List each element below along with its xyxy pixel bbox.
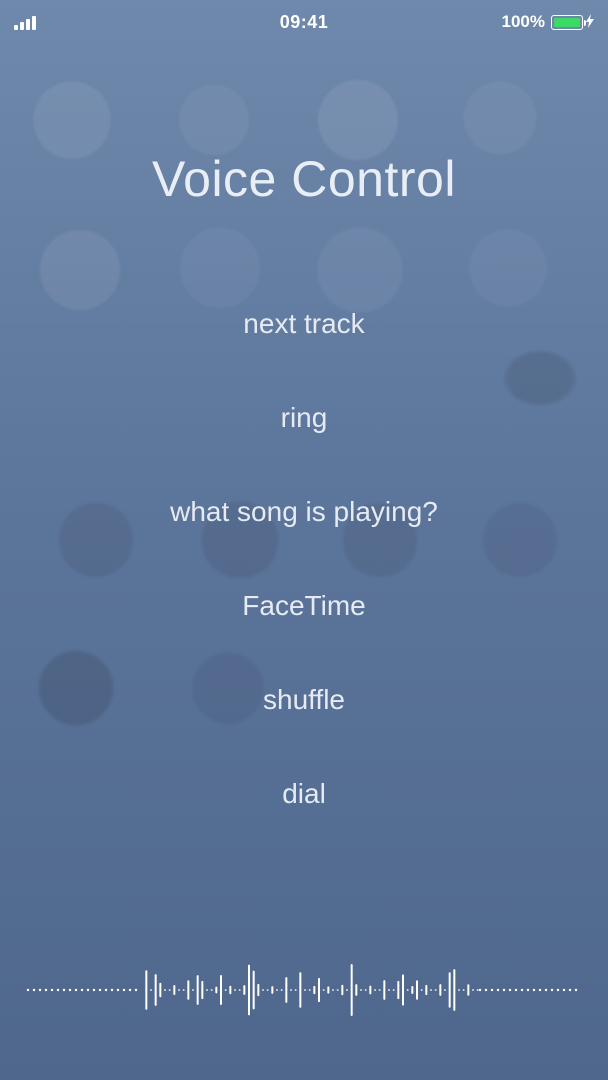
status-bar: 09:41 100% xyxy=(0,0,608,44)
voice-suggestion-item: what song is playing? xyxy=(170,496,438,528)
voice-suggestion-item: ring xyxy=(281,402,328,434)
voice-waveform[interactable] xyxy=(0,958,608,1022)
voice-suggestion-item: FaceTime xyxy=(242,590,365,622)
page-title: Voice Control xyxy=(0,150,608,208)
voice-suggestion-item: dial xyxy=(282,778,326,810)
status-time: 09:41 xyxy=(0,12,608,33)
voice-suggestion-item: shuffle xyxy=(263,684,345,716)
voice-suggestion-item: next track xyxy=(243,308,364,340)
battery-icon xyxy=(551,15,583,30)
voice-suggestions: next track ring what song is playing? Fa… xyxy=(0,308,608,810)
